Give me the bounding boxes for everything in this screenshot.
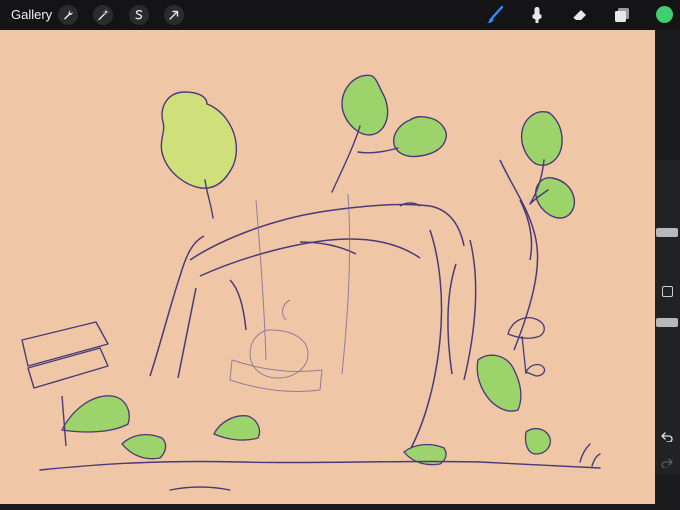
smudge-icon bbox=[532, 7, 542, 23]
color-picker-button[interactable] bbox=[656, 6, 673, 23]
tree-illustration bbox=[21, 74, 601, 491]
sidebar-panel bbox=[655, 160, 680, 474]
bottom-strip bbox=[0, 504, 655, 510]
modify-button[interactable] bbox=[662, 286, 673, 297]
wrench-icon bbox=[64, 10, 73, 20]
transform-arrow-icon bbox=[169, 10, 179, 20]
smudge-tool-button[interactable] bbox=[526, 4, 548, 26]
transform-button[interactable] bbox=[164, 5, 184, 25]
selection-icon bbox=[135, 9, 143, 20]
gallery-button[interactable]: Gallery bbox=[11, 7, 52, 22]
eraser-tool-button[interactable] bbox=[569, 4, 591, 26]
eraser-icon bbox=[572, 10, 586, 22]
layers-button[interactable] bbox=[611, 4, 633, 26]
brush-icon bbox=[487, 5, 504, 24]
adjustments-button[interactable] bbox=[93, 5, 113, 25]
magic-wand-icon bbox=[98, 9, 109, 21]
layers-icon bbox=[615, 8, 629, 22]
selection-button[interactable] bbox=[129, 5, 149, 25]
redo-button[interactable] bbox=[659, 456, 675, 470]
brush-size-slider[interactable] bbox=[656, 228, 678, 237]
redo-icon bbox=[661, 458, 673, 468]
undo-icon bbox=[661, 432, 673, 442]
opacity-slider[interactable] bbox=[656, 318, 678, 327]
actions-button[interactable] bbox=[58, 5, 78, 25]
undo-button[interactable] bbox=[659, 430, 675, 444]
drawing-canvas[interactable] bbox=[0, 30, 655, 504]
brush-tool-button[interactable] bbox=[484, 4, 506, 26]
